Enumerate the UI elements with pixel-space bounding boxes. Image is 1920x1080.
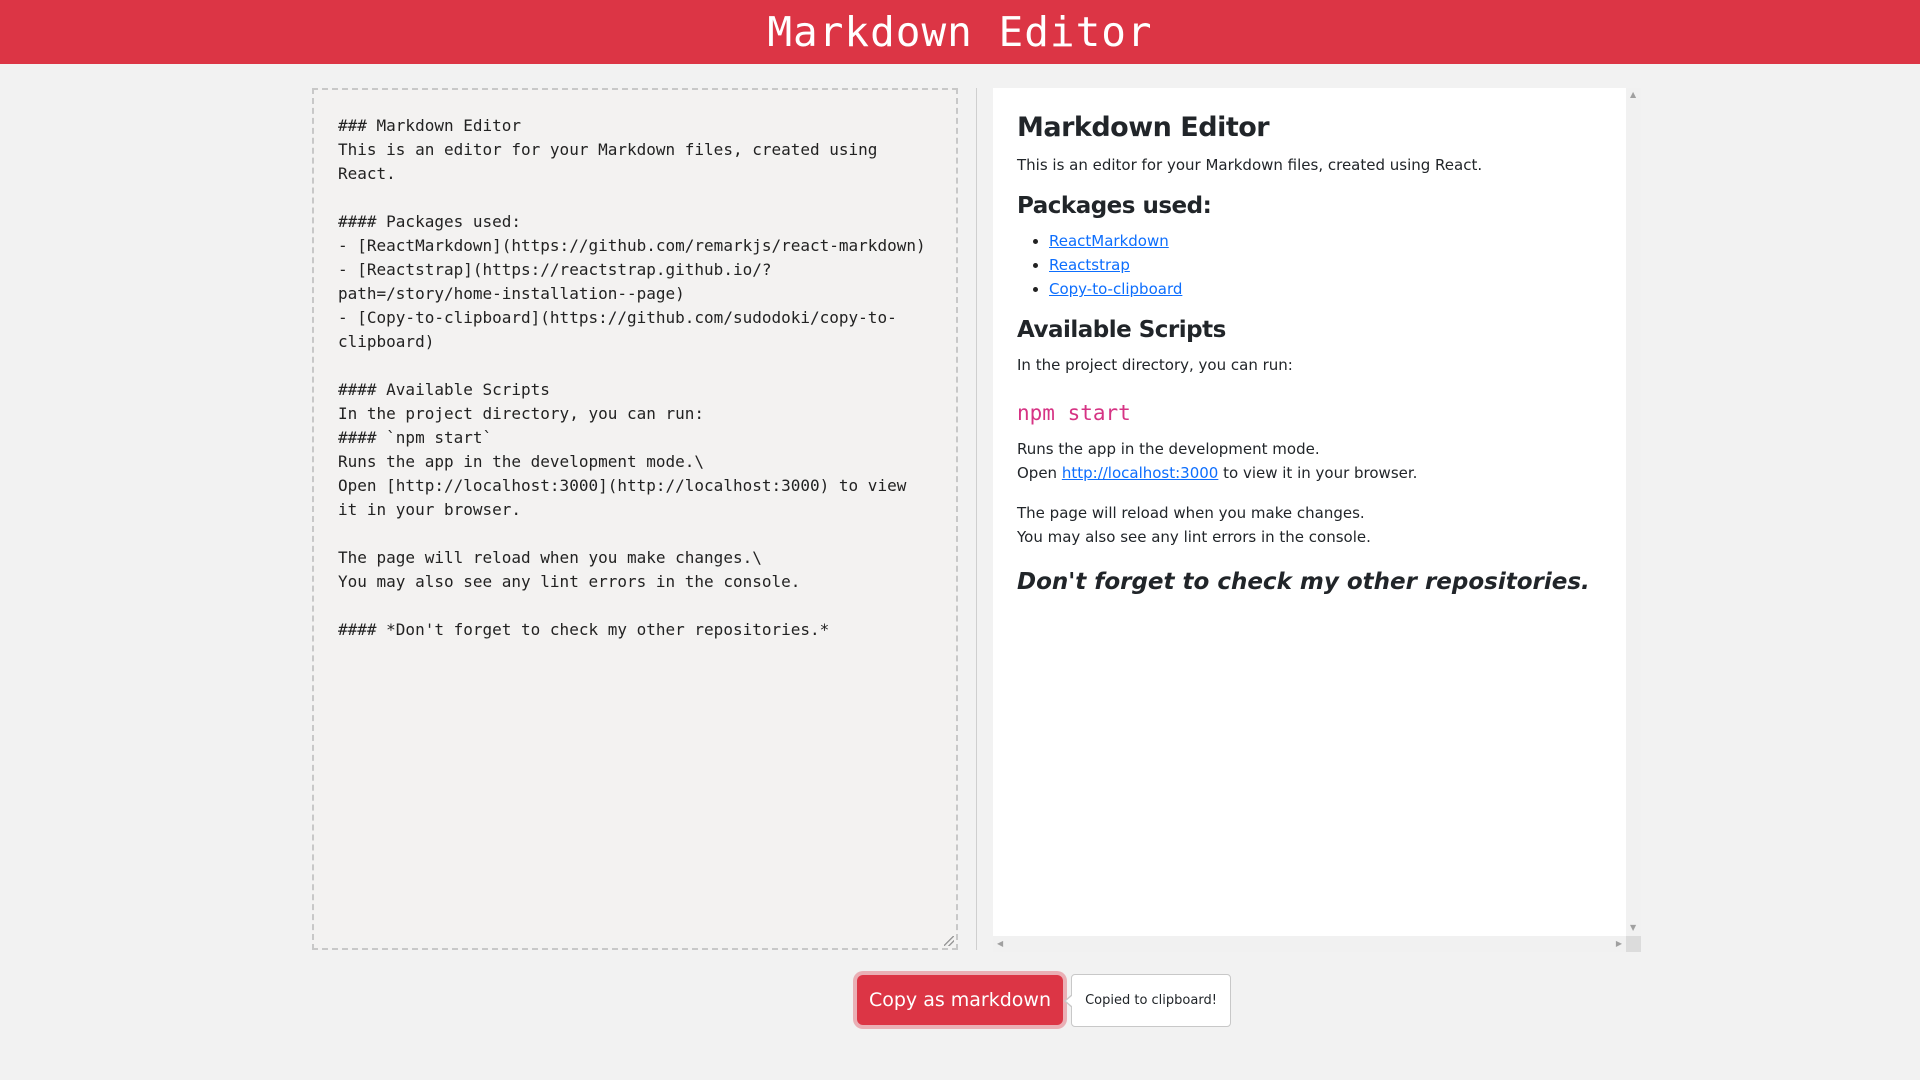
markdown-textarea[interactable] xyxy=(314,90,956,948)
packages-heading: Packages used: xyxy=(1017,193,1212,219)
horizontal-scrollbar[interactable]: ◀ ▶ xyxy=(993,936,1626,952)
tooltip-text: Copied to clipboard! xyxy=(1085,993,1217,1008)
scroll-up-arrow-icon[interactable]: ▲ xyxy=(1630,91,1636,99)
scrollbar-corner xyxy=(1626,936,1641,952)
scroll-right-arrow-icon[interactable]: ▶ xyxy=(1616,940,1622,948)
copied-tooltip: Copied to clipboard! xyxy=(1064,974,1231,1027)
lint-line: You may also see any lint errors in the … xyxy=(1017,528,1371,546)
reload-description: The page will reload when you make chang… xyxy=(1017,501,1602,549)
package-link-copy-to-clipboard[interactable]: Copy-to-clipboard xyxy=(1049,280,1182,298)
command-code: npm start xyxy=(1017,401,1131,425)
preview-intro: This is an editor for your Markdown file… xyxy=(1017,156,1483,174)
list-item: Copy-to-clipboard xyxy=(1049,277,1602,301)
reload-line: The page will reload when you make chang… xyxy=(1017,504,1365,522)
list-item: ReactMarkdown xyxy=(1049,229,1602,253)
closing-note: Don't forget to check my other repositor… xyxy=(1017,569,1590,595)
packages-list: ReactMarkdown Reactstrap Copy-to-clipboa… xyxy=(1017,229,1602,301)
app-title: Markdown Editor xyxy=(767,8,1153,56)
package-link-reactmarkdown[interactable]: ReactMarkdown xyxy=(1049,232,1169,250)
open-prefix: Open xyxy=(1017,464,1062,482)
copy-as-markdown-button[interactable]: Copy as markdown xyxy=(857,975,1063,1025)
app-header: Markdown Editor xyxy=(0,0,1920,64)
package-link-reactstrap[interactable]: Reactstrap xyxy=(1049,256,1130,274)
run-description: Runs the app in the development mode. Op… xyxy=(1017,437,1602,485)
markdown-editor-panel xyxy=(312,88,958,950)
localhost-link[interactable]: http://localhost:3000 xyxy=(1062,464,1219,482)
vertical-scrollbar[interactable]: ▲ ▼ xyxy=(1626,88,1641,936)
open-suffix: to view it in your browser. xyxy=(1218,464,1418,482)
panel-divider xyxy=(976,88,977,950)
scripts-heading: Available Scripts xyxy=(1017,317,1226,343)
preview-title: Markdown Editor xyxy=(1017,112,1270,143)
runs-line: Runs the app in the development mode. xyxy=(1017,440,1320,458)
scroll-left-arrow-icon[interactable]: ◀ xyxy=(997,940,1003,948)
resize-handle[interactable] xyxy=(944,936,954,946)
list-item: Reactstrap xyxy=(1049,253,1602,277)
scroll-down-arrow-icon[interactable]: ▼ xyxy=(1630,924,1636,932)
preview-content: Markdown Editor This is an editor for yo… xyxy=(993,88,1626,936)
markdown-preview-panel: Markdown Editor This is an editor for yo… xyxy=(993,88,1641,952)
scripts-intro: In the project directory, you can run: xyxy=(1017,356,1293,374)
